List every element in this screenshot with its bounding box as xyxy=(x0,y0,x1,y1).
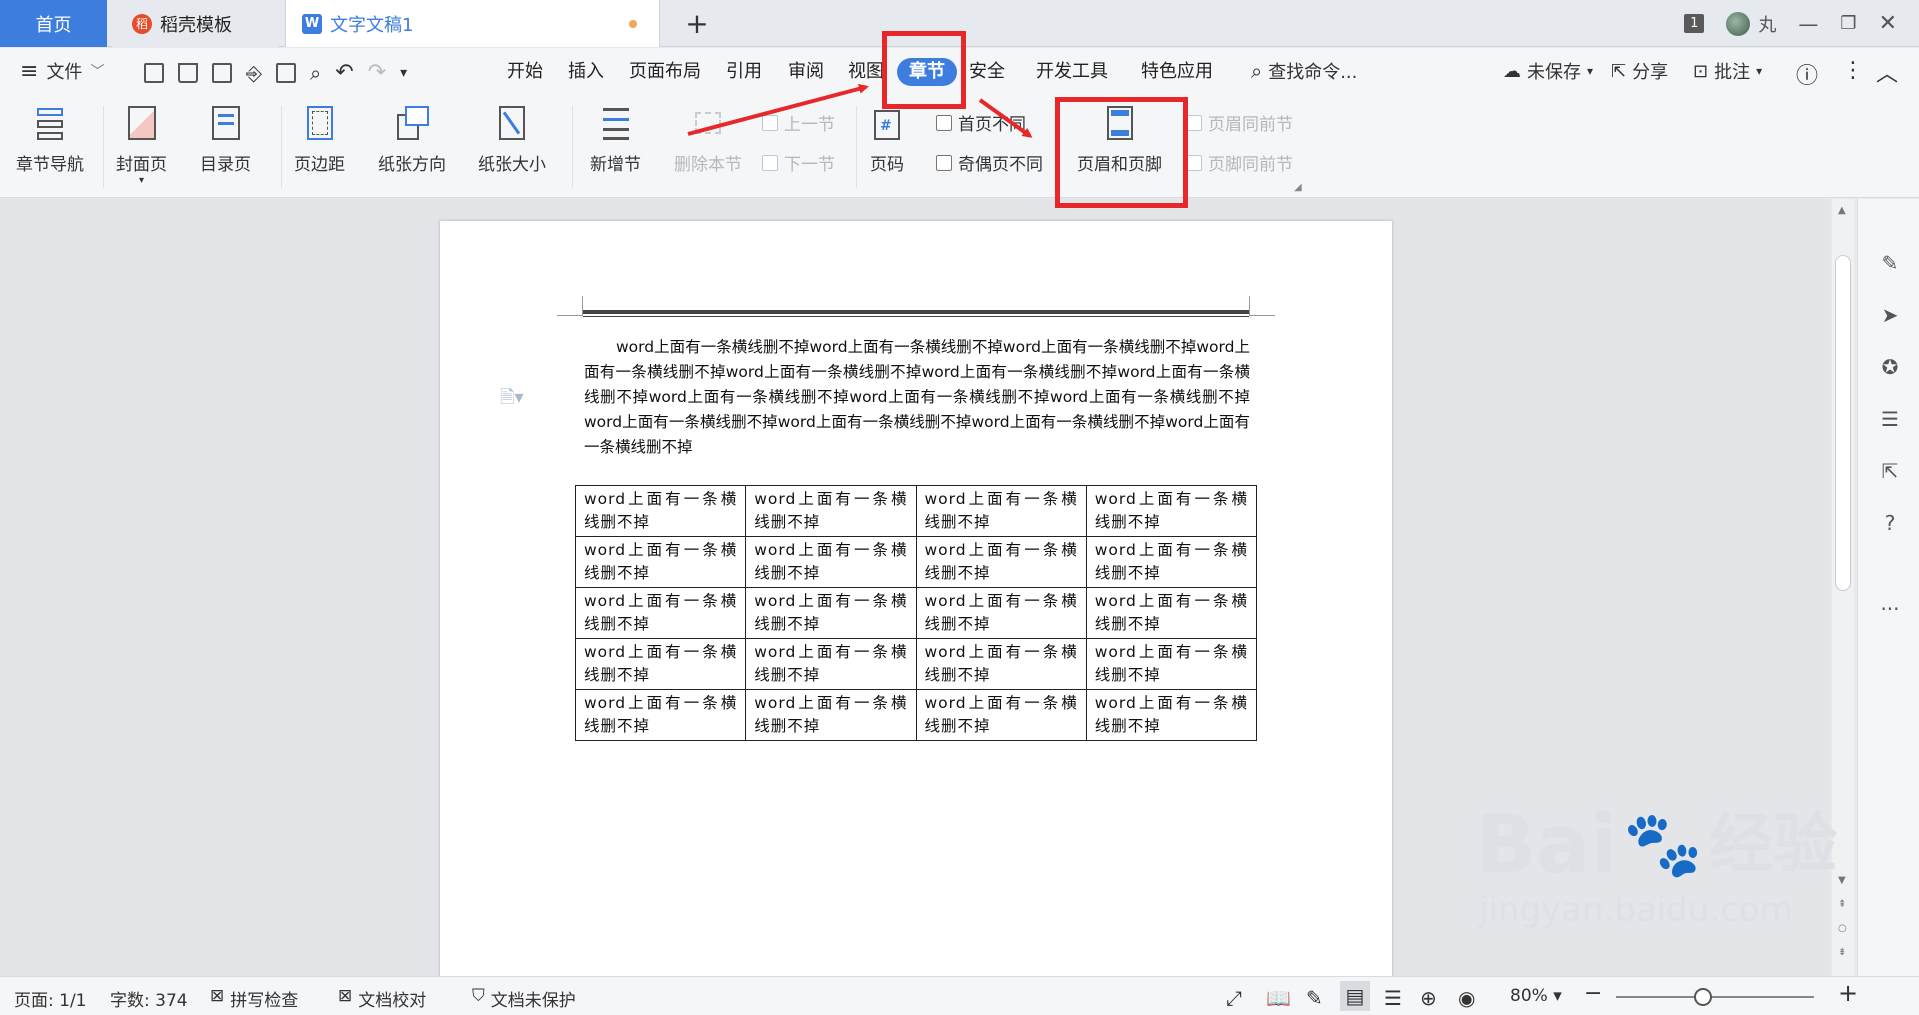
watermark-url: jingyan.baidu.com xyxy=(1479,890,1793,930)
arrow-to-header-footer xyxy=(978,98,1033,138)
baidu-jingyan-watermark: Bai 🐾 经验 jingyan.baidu.com xyxy=(1475,798,1838,931)
arrow-to-section-tab xyxy=(687,83,869,136)
watermark-brand: Bai xyxy=(1475,798,1618,891)
paw-logo-icon: 🐾 xyxy=(1623,808,1704,882)
watermark-jingyan: 经验 xyxy=(1709,808,1838,882)
